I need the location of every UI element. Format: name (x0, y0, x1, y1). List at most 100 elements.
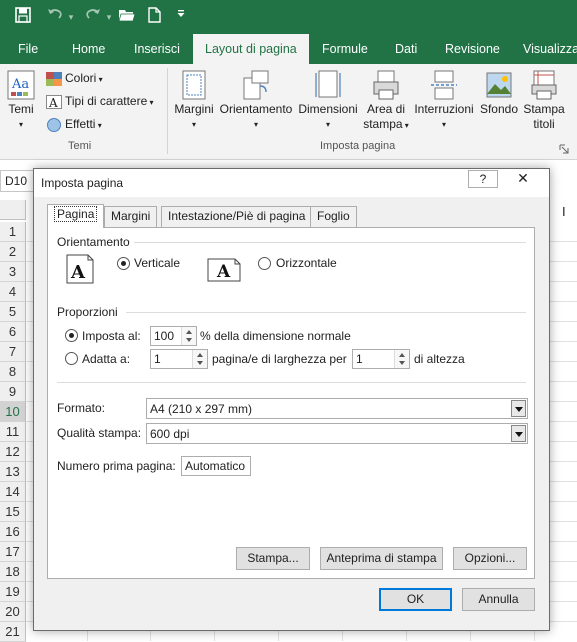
sfondo-button[interactable]: Sfondo (478, 70, 520, 117)
spinner-arrows-icon[interactable] (192, 350, 207, 368)
orientamento-button[interactable]: Orientamento ▾ (219, 70, 293, 132)
effetti-button[interactable]: Effetti ▾ (46, 114, 102, 134)
redo-dropdown-icon[interactable]: ▾ (104, 7, 114, 27)
formato-select[interactable]: A4 (210 x 297 mm) (146, 398, 528, 419)
print-area-icon (372, 70, 400, 100)
row-header[interactable]: 4 (0, 282, 26, 302)
row-header[interactable]: 14 (0, 482, 26, 502)
row-header[interactable]: 12 (0, 442, 26, 462)
margini-button[interactable]: Margini ▾ (172, 70, 216, 132)
tab-foglio[interactable]: Foglio (310, 206, 357, 227)
row-header[interactable]: 20 (0, 602, 26, 622)
redo-icon[interactable] (82, 7, 104, 27)
customize-qat-icon[interactable] (174, 7, 188, 27)
row-header[interactable]: 1 (0, 222, 26, 242)
row-header[interactable]: 15 (0, 502, 26, 522)
imposta-al-label[interactable]: Imposta al: (82, 329, 141, 343)
section-divider (126, 312, 526, 313)
chevron-down-icon: ▾ (191, 120, 196, 129)
section-divider (57, 382, 526, 383)
fit-height-value: 1 (356, 352, 363, 366)
chevron-down-icon[interactable] (511, 400, 526, 417)
orizzontale-label[interactable]: Orizzontale (276, 256, 337, 270)
qualita-value: 600 dpi (150, 427, 190, 441)
row-header[interactable]: 18 (0, 562, 26, 582)
svg-text:A: A (70, 262, 86, 283)
tab-file[interactable]: File (18, 34, 38, 64)
adatta-a-radio[interactable] (65, 352, 78, 365)
spinner-arrows-icon[interactable] (394, 350, 409, 368)
background-image-icon (485, 70, 513, 100)
effetti-label: Effetti (65, 117, 96, 131)
colori-button[interactable]: Colori ▾ (46, 68, 103, 88)
fit-height-spinner[interactable]: 1 (352, 349, 410, 369)
dialog-launcher-icon[interactable] (559, 143, 569, 154)
anteprima-button[interactable]: Anteprima di stampa (320, 547, 443, 570)
tipi-carattere-button[interactable]: A Tipi di carattere ▾ (46, 91, 154, 111)
tab-margini[interactable]: Margini (104, 206, 158, 227)
sfondo-label: Sfondo (479, 102, 519, 116)
column-header[interactable]: I (562, 204, 566, 219)
tab-formule[interactable]: Formule (322, 34, 368, 64)
opzioni-button[interactable]: Opzioni... (453, 547, 527, 570)
adatta-suffix-label: di altezza (414, 352, 465, 366)
annulla-button[interactable]: Annulla (462, 588, 535, 611)
verticale-radio[interactable] (117, 257, 130, 270)
tab-home[interactable]: Home (72, 34, 105, 64)
tab-revisione[interactable]: Revisione (445, 34, 500, 64)
interruzioni-button[interactable]: Interruzioni ▾ (413, 70, 475, 132)
tab-intestazione[interactable]: Intestazione/Piè di pagina (161, 206, 313, 227)
new-document-icon[interactable] (144, 7, 164, 27)
row-header[interactable]: 9 (0, 382, 26, 402)
tab-dati[interactable]: Dati (395, 34, 417, 64)
row-header[interactable]: 21 (0, 622, 26, 642)
temi-button[interactable]: Aa Temi ▾ (4, 70, 38, 132)
row-header-selected[interactable]: 10 (0, 402, 26, 422)
stampa-button[interactable]: Stampa... (236, 547, 310, 570)
orientamento-label: Orientamento (219, 102, 293, 116)
row-header[interactable]: 8 (0, 362, 26, 382)
tab-layout-di-pagina[interactable]: Layout di pagina (193, 34, 309, 64)
spinner-arrows-icon[interactable] (181, 327, 196, 345)
row-header[interactable]: 13 (0, 462, 26, 482)
row-header[interactable]: 5 (0, 302, 26, 322)
svg-text:Aa: Aa (11, 77, 29, 92)
chevron-down-icon[interactable] (511, 425, 526, 442)
numero-prima-pagina-input[interactable]: Automatico (181, 456, 251, 476)
themes-icon: Aa (7, 70, 35, 100)
orizzontale-radio[interactable] (258, 257, 271, 270)
tab-pagina[interactable]: Pagina (47, 204, 105, 228)
undo-dropdown-icon[interactable]: ▾ (66, 7, 76, 27)
row-header[interactable]: 16 (0, 522, 26, 542)
row-header[interactable]: 17 (0, 542, 26, 562)
select-all-corner[interactable] (0, 200, 26, 220)
close-button[interactable]: ✕ (500, 170, 546, 188)
row-header[interactable]: 19 (0, 582, 26, 602)
stampa-titoli-button[interactable]: Stampa titoli (522, 70, 566, 132)
save-icon[interactable] (12, 7, 34, 27)
imposta-al-radio[interactable] (65, 329, 78, 342)
row-header[interactable]: 2 (0, 242, 26, 262)
quick-access-toolbar: ▾ ▾ (0, 0, 577, 34)
scale-percent-value: 100 (154, 329, 175, 343)
landscape-page-icon: A (207, 258, 241, 282)
row-header[interactable]: 11 (0, 422, 26, 442)
verticale-label[interactable]: Verticale (134, 256, 180, 270)
close-icon: ✕ (517, 170, 529, 186)
row-header[interactable]: 3 (0, 262, 26, 282)
tab-inserisci[interactable]: Inserisci (134, 34, 180, 64)
area-di-stampa-button[interactable]: Area di stampa ▾ (362, 70, 410, 133)
row-header[interactable]: 7 (0, 342, 26, 362)
scale-percent-spinner[interactable]: 100 (150, 326, 197, 346)
chevron-down-icon: ▾ (441, 120, 446, 129)
ok-button[interactable]: OK (379, 588, 452, 611)
dimensioni-button[interactable]: Dimensioni ▾ (297, 70, 359, 132)
undo-icon[interactable] (44, 7, 66, 27)
tab-visualizza[interactable]: Visualizza (523, 34, 577, 64)
fit-width-spinner[interactable]: 1 (150, 349, 208, 369)
folder-open-icon[interactable] (116, 7, 138, 27)
help-button[interactable]: ? (468, 170, 498, 188)
row-header[interactable]: 6 (0, 322, 26, 342)
adatta-a-label[interactable]: Adatta a: (82, 352, 130, 366)
qualita-select[interactable]: 600 dpi (146, 423, 528, 444)
